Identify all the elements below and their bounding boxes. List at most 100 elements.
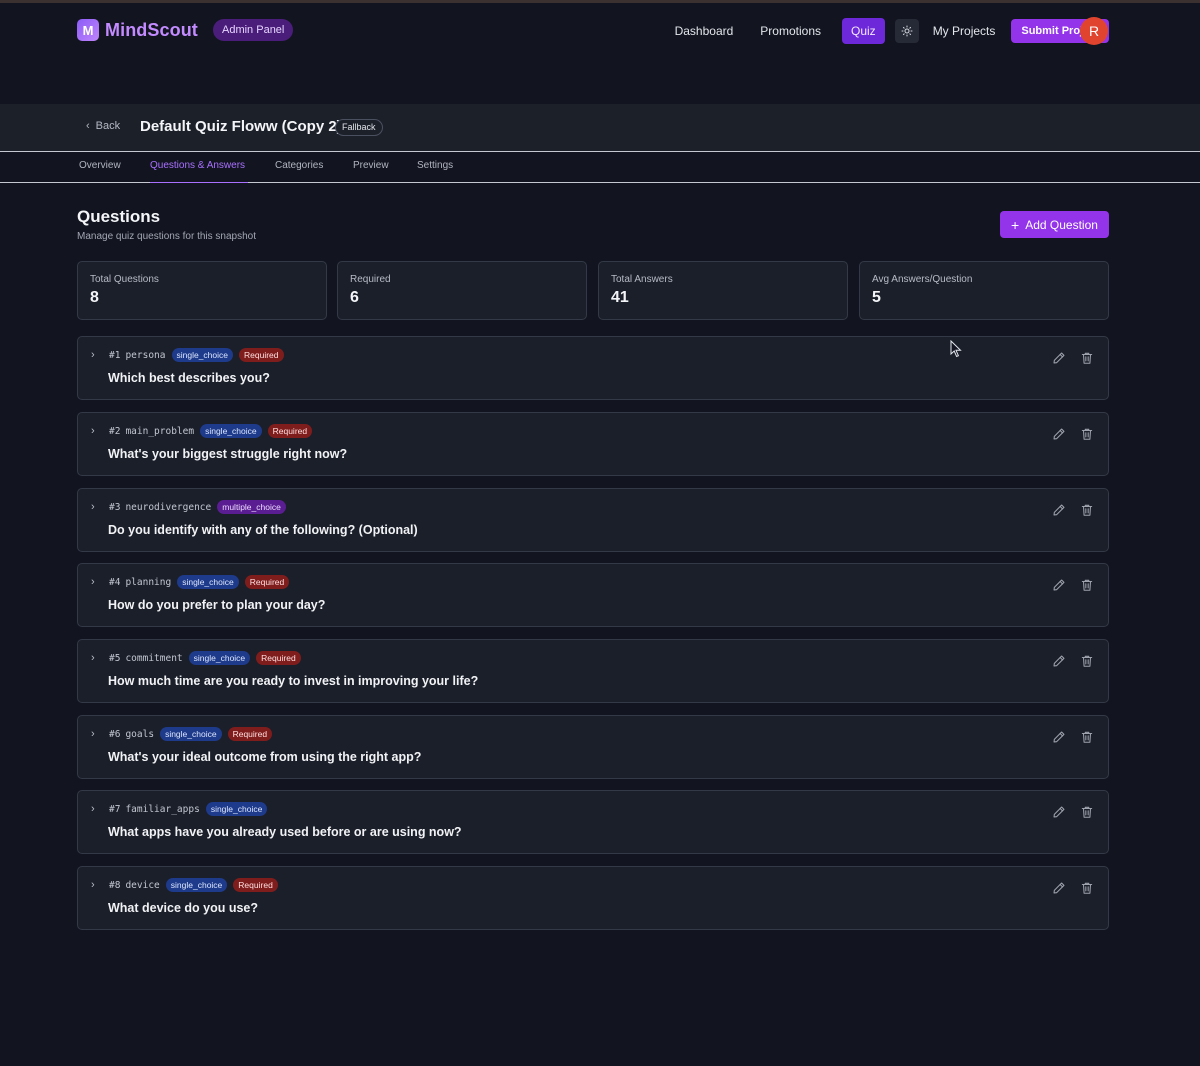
required-badge: Required (239, 348, 284, 362)
pencil-icon[interactable] (1052, 881, 1066, 895)
question-text: Do you identify with any of the followin… (108, 523, 418, 537)
tab-overview[interactable]: Overview (79, 160, 121, 171)
required-badge: Required (256, 651, 301, 665)
chevron-right-icon[interactable]: › (91, 349, 95, 361)
question-card[interactable]: › #2 main_problem single_choice Required What… (77, 412, 1109, 476)
nav-dashboard[interactable]: Dashboard (669, 18, 740, 44)
nav-my-projects[interactable]: My Projects (927, 18, 1002, 44)
question-text: What apps have you already used before o… (108, 825, 462, 839)
stat-label: Avg Answers/Question (872, 274, 973, 285)
trash-icon[interactable] (1080, 654, 1094, 668)
question-key: planning (125, 576, 172, 588)
mouse-cursor-icon (950, 340, 962, 358)
question-type-badge: single_choice (160, 727, 222, 741)
question-meta: #2 main_problem single_choice Required (109, 424, 313, 438)
required-badge: Required (227, 727, 273, 741)
stat-value: 41 (611, 289, 629, 306)
trash-icon[interactable] (1080, 805, 1094, 819)
logo-mark-icon: M (77, 19, 99, 41)
questions-title: Questions (77, 207, 161, 226)
flow-title: Default Quiz Floww (Copy 2) (140, 118, 342, 135)
back-label: Back (95, 120, 121, 132)
stat-value: 6 (350, 289, 359, 306)
stat-card-total-questions: Total Questions 8 (77, 261, 327, 320)
trash-icon[interactable] (1080, 351, 1094, 365)
question-number: #8 (109, 879, 121, 891)
flow-title-bar: ‹ Back Default Quiz Floww (Copy 2) Fallb… (0, 104, 1200, 151)
question-key: goals (125, 728, 155, 740)
chevron-right-icon[interactable]: › (91, 576, 95, 588)
tab-categories[interactable]: Categories (275, 160, 323, 171)
trash-icon[interactable] (1080, 730, 1094, 744)
stat-label: Total Answers (611, 274, 673, 285)
question-number: #3 (109, 501, 121, 513)
flow-tabs: Overview Questions & Answers Categories … (0, 151, 1200, 183)
question-meta: #7 familiar_apps single_choice (109, 802, 268, 816)
question-card[interactable]: › #7 familiar_apps single_choice What apps h… (77, 790, 1109, 854)
question-type-badge: single_choice (171, 348, 234, 362)
question-text: Which best describes you? (108, 371, 270, 385)
required-badge: Required (267, 424, 313, 438)
pencil-icon[interactable] (1052, 654, 1066, 668)
chevron-right-icon[interactable]: › (91, 652, 95, 664)
pencil-icon[interactable] (1052, 730, 1066, 744)
question-text: What's your ideal outcome from using the… (108, 750, 422, 764)
chevron-right-icon[interactable]: › (91, 425, 95, 437)
stat-card-total-answers: Total Answers 41 (598, 261, 848, 320)
pencil-icon[interactable] (1052, 427, 1066, 441)
sun-icon (901, 25, 913, 37)
nav-promotions[interactable]: Promotions (754, 18, 827, 44)
user-avatar[interactable]: R (1080, 17, 1108, 45)
chevron-right-icon[interactable]: › (91, 728, 95, 740)
chevron-right-icon[interactable]: › (91, 879, 95, 891)
question-number: #4 (109, 576, 121, 588)
tab-settings[interactable]: Settings (417, 160, 453, 171)
stat-label: Required (350, 274, 391, 285)
question-text: What device do you use? (108, 901, 259, 915)
question-text: What's your biggest struggle right now? (108, 447, 348, 461)
pencil-icon[interactable] (1052, 503, 1066, 517)
question-type-badge: single_choice (165, 878, 228, 892)
trash-icon[interactable] (1080, 503, 1094, 517)
add-question-button[interactable]: + Add Question (1000, 211, 1109, 238)
pencil-icon[interactable] (1052, 578, 1066, 592)
question-card[interactable]: › #3 neurodivergence multiple_choice Do you … (77, 488, 1109, 552)
question-key: neurodivergence (125, 501, 212, 513)
question-type-badge: single_choice (200, 424, 262, 438)
question-number: #7 (109, 803, 121, 815)
add-question-label: Add Question (1025, 217, 1098, 232)
questions-subtitle: Manage quiz questions for this snapshot (77, 231, 256, 242)
question-number: #1 (109, 349, 121, 361)
question-card[interactable]: › #5 commitment single_choice Required How mu… (77, 639, 1109, 703)
tab-questions-answers[interactable]: Questions & Answers (150, 160, 245, 171)
trash-icon[interactable] (1080, 881, 1094, 895)
chevron-right-icon[interactable]: › (91, 803, 95, 815)
pencil-icon[interactable] (1052, 805, 1066, 819)
question-meta: #4 planning single_choice Required (109, 575, 290, 589)
question-number: #2 (109, 425, 121, 437)
question-type-badge: single_choice (188, 651, 251, 665)
nav-quiz[interactable]: Quiz (842, 18, 885, 44)
trash-icon[interactable] (1080, 427, 1094, 441)
question-key: device (125, 879, 160, 891)
stat-value: 8 (90, 289, 99, 306)
question-meta: #1 persona single_choice Required (109, 348, 284, 362)
question-card[interactable]: › #4 planning single_choice Required How do y… (77, 563, 1109, 627)
question-text: How do you prefer to plan your day? (108, 598, 326, 612)
question-card[interactable]: › #8 device single_choice Required What devic… (77, 866, 1109, 930)
app-header: M MindScout Admin Panel Dashboard Promot… (0, 3, 1200, 59)
required-badge: Required (244, 575, 290, 589)
question-key: persona (125, 349, 166, 361)
active-tab-indicator (150, 182, 248, 183)
pencil-icon[interactable] (1052, 351, 1066, 365)
chevron-right-icon[interactable]: › (91, 501, 95, 513)
question-key: main_problem (125, 425, 195, 437)
app-logo[interactable]: M MindScout (77, 19, 198, 41)
question-key: commitment (125, 652, 183, 664)
theme-toggle-button[interactable] (894, 19, 919, 43)
question-number: #6 (109, 728, 121, 740)
back-button[interactable]: ‹ Back (86, 120, 120, 132)
trash-icon[interactable] (1080, 578, 1094, 592)
tab-preview[interactable]: Preview (353, 160, 389, 171)
question-card[interactable]: › #6 goals single_choice Required What's your… (77, 715, 1109, 779)
